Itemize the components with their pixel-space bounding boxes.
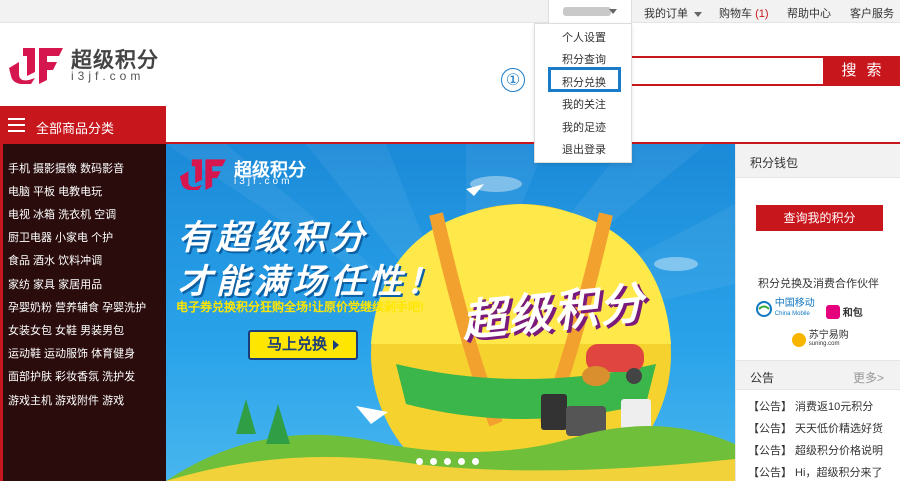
- hebao-logo-icon: [826, 304, 840, 319]
- category-list: 手机 摄影摄像 数码影音 电脑 平板 电教电玩 电视 冰箱 洗衣机 空调 厨卫电…: [0, 144, 166, 481]
- notice-item[interactable]: 【公告】 超级积分价格说明: [748, 442, 883, 458]
- notices-more-link[interactable]: 更多>: [853, 369, 884, 386]
- notices-title: 公告: [750, 371, 775, 385]
- menu-item-personal-settings[interactable]: 个人设置: [535, 29, 633, 45]
- wallet-header: 积分钱包: [736, 144, 900, 178]
- menu-item-my-footprints[interactable]: 我的足迹: [535, 119, 633, 135]
- carousel-dot[interactable]: [416, 458, 423, 465]
- notices-header: 公告 更多>: [736, 360, 900, 390]
- category-item[interactable]: 手机 摄影摄像 数码影音: [8, 160, 124, 176]
- china-mobile-logo-icon: [756, 301, 772, 317]
- banner-logo: 超级积分 i3jf.com: [176, 156, 316, 190]
- menu-item-points-query[interactable]: 积分查询: [535, 51, 633, 67]
- category-item[interactable]: 食品 酒水 饮料冲调: [8, 252, 102, 268]
- wallet-title: 积分钱包: [750, 156, 799, 170]
- carousel-dot[interactable]: [430, 458, 437, 465]
- search-button[interactable]: 搜索: [825, 56, 900, 86]
- menu-icon: [8, 118, 25, 132]
- chevron-down-icon: [609, 9, 617, 14]
- menu-item-logout[interactable]: 退出登录: [535, 141, 633, 157]
- partner-suning[interactable]: 苏宁易购 suning.com: [792, 331, 849, 349]
- username-blurred: [563, 7, 611, 16]
- all-categories-header[interactable]: 全部商品分类: [0, 106, 166, 144]
- customer-service-link[interactable]: 客户服务: [850, 5, 894, 21]
- suning-logo-icon: [792, 333, 806, 347]
- my-orders-link[interactable]: 我的订单: [644, 5, 703, 21]
- category-item[interactable]: 运动鞋 运动服饰 体育健身: [8, 345, 135, 361]
- query-points-button[interactable]: 查询我的积分: [756, 205, 883, 231]
- category-item[interactable]: 电视 冰箱 洗衣机 空调: [8, 206, 116, 222]
- logo-mark-icon: [9, 48, 63, 84]
- carousel-dot[interactable]: [472, 458, 479, 465]
- category-item[interactable]: 电脑 平板 电教电玩: [8, 183, 102, 199]
- step-number-marker: ①: [501, 68, 525, 92]
- category-item[interactable]: 孕婴奶粉 营养辅食 孕婴洗护: [8, 299, 146, 315]
- logo-domain: i3jf.com: [71, 69, 145, 83]
- carousel-dot[interactable]: [444, 458, 451, 465]
- category-item[interactable]: 家纺 家具 家居用品: [8, 276, 102, 292]
- logo-mark-icon: [179, 159, 226, 190]
- category-item[interactable]: 面部护肤 彩妆香氛 洗护发: [8, 368, 135, 384]
- cart-count-badge: (1): [755, 8, 769, 20]
- banner-logo-domain: i3jf.com: [234, 176, 293, 187]
- notice-item[interactable]: 【公告】 天天低价精选好货: [748, 420, 883, 436]
- redeem-now-button[interactable]: 马上兑换: [248, 330, 358, 360]
- cart-link[interactable]: 购物车 (1): [719, 5, 769, 21]
- search-input[interactable]: [620, 56, 825, 86]
- all-categories-label: 全部商品分类: [36, 121, 115, 136]
- partner-china-mobile[interactable]: 中国移动 China Mobile: [756, 299, 815, 319]
- category-item[interactable]: 游戏主机 游戏附件 游戏: [8, 392, 124, 408]
- banner-headline-2: 才能满场任性！: [178, 263, 444, 301]
- user-dropdown-menu: 个人设置 积分查询 积分兑换 我的关注 我的足迹 退出登录: [534, 23, 632, 163]
- user-menu-trigger[interactable]: [548, 0, 632, 23]
- play-arrow-icon: [333, 340, 339, 351]
- promo-banner[interactable]: 超级积分 i3jf.com 有超级积分 才能满场任性！ 电子券兑换积分狂购全场!…: [166, 144, 735, 481]
- category-item[interactable]: 女装女包 女鞋 男装男包: [8, 322, 124, 338]
- selection-highlight-box: [548, 67, 621, 92]
- carousel-dot[interactable]: [458, 458, 465, 465]
- menu-item-my-follows[interactable]: 我的关注: [535, 96, 633, 112]
- points-wallet-panel: 积分钱包 查询我的积分 积分兑换及消费合作伙伴 中国移动 China Mobil…: [735, 144, 900, 481]
- notice-item[interactable]: 【公告】 消费返10元积分: [748, 398, 873, 414]
- banner-headline-1: 有超级积分: [178, 219, 368, 257]
- category-item[interactable]: 厨卫电器 小家电 个护: [8, 229, 113, 245]
- carousel-dots: [416, 454, 486, 468]
- partner-hebao[interactable]: 和包: [826, 304, 863, 319]
- notice-item[interactable]: 【公告】 Hi，超级积分来了: [748, 464, 882, 480]
- chevron-down-icon: [694, 11, 703, 17]
- help-center-link[interactable]: 帮助中心: [787, 5, 831, 21]
- top-bar: 我的订单 购物车 (1) 帮助中心 客户服务: [0, 0, 900, 23]
- site-logo[interactable]: 超级积分 i3jf.com: [5, 44, 160, 88]
- partners-title: 积分兑换及消费合作伙伴: [758, 278, 879, 290]
- banner-subtitle: 电子券兑换积分狂购全场!让原价党继续剁手吧!: [176, 300, 424, 314]
